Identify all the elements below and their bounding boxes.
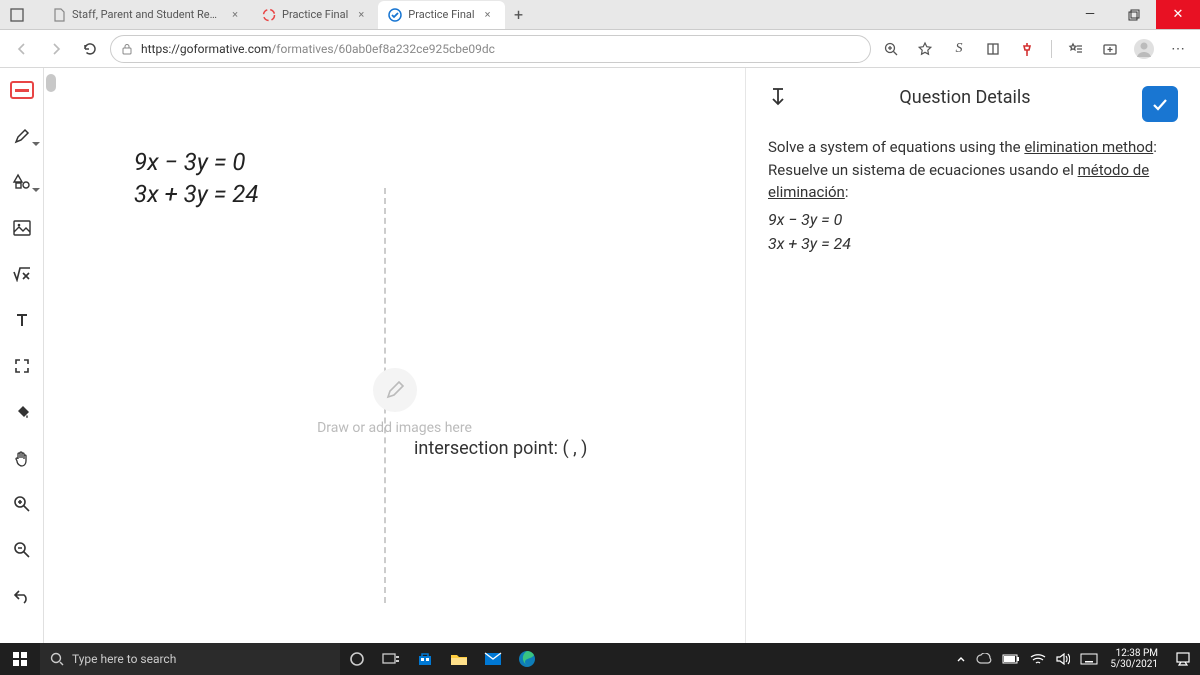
start-button[interactable] [0, 643, 40, 675]
forward-button[interactable] [42, 35, 70, 63]
browser-tab-1[interactable]: Practice Final × [252, 1, 378, 29]
reader-icon[interactable] [979, 35, 1007, 63]
panel-eq-1: 9x − 3y = 0 [768, 208, 1178, 232]
close-icon[interactable]: × [354, 8, 368, 21]
tab-actions-icon[interactable] [0, 0, 34, 29]
close-icon[interactable]: × [481, 8, 495, 21]
undo-tool[interactable] [6, 580, 38, 612]
fullscreen-tool[interactable] [6, 350, 38, 382]
app-body: 9x − 3y = 0 3x + 3y = 24 Draw or add ima… [0, 68, 1200, 643]
chevron-up-icon[interactable] [956, 654, 966, 664]
canvas-hint: Draw or add images here [44, 368, 745, 436]
taskbar-clock[interactable]: 12:38 PM 5/30/2021 [1102, 648, 1166, 670]
clock-date: 5/30/2021 [1110, 659, 1158, 670]
panel-title: Question Details [792, 87, 1178, 108]
equation-block: 9x − 3y = 0 3x + 3y = 24 [134, 148, 725, 208]
favorite-star-icon[interactable] [911, 35, 939, 63]
text-tool[interactable] [6, 304, 38, 336]
question-details-panel: Question Details Solve a system of equat… [745, 68, 1200, 643]
minimize-button[interactable]: — [1068, 0, 1112, 29]
pencil-icon [373, 368, 417, 412]
url-input[interactable]: https://goformative.com/formatives/60ab0… [110, 35, 871, 63]
formative-check-icon [388, 8, 402, 22]
new-tab-button[interactable]: + [505, 5, 533, 24]
search-icon [50, 652, 64, 666]
browser-tab-strip: Staff, Parent and Student Resour × Pract… [0, 0, 1200, 30]
task-view-icon[interactable] [374, 643, 408, 675]
zoom-in-tool[interactable] [6, 488, 38, 520]
windows-taskbar: Type here to search 12:38 PM 5/30/2021 [0, 643, 1200, 675]
notifications-icon[interactable] [1166, 643, 1200, 675]
maximize-button[interactable] [1112, 0, 1156, 29]
s-extension-icon[interactable]: S [945, 35, 973, 63]
shapes-tool[interactable] [6, 166, 38, 198]
equation-2: 3x + 3y = 24 [134, 180, 725, 208]
collections-icon[interactable] [1096, 35, 1124, 63]
scrollbar-thumb[interactable] [46, 74, 56, 92]
url-text: https://goformative.com/formatives/60ab0… [141, 42, 495, 56]
system-tray[interactable] [952, 653, 1102, 665]
math-tool[interactable] [6, 258, 38, 290]
equation-1: 9x − 3y = 0 [134, 148, 725, 176]
submit-check-button[interactable] [1142, 86, 1178, 122]
zoom-out-tool[interactable] [6, 534, 38, 566]
back-button[interactable] [8, 35, 36, 63]
refresh-button[interactable] [76, 35, 104, 63]
panel-eq-2: 3x + 3y = 24 [768, 232, 1178, 256]
tool-rail [0, 68, 44, 643]
file-explorer-icon[interactable] [442, 643, 476, 675]
zoom-indicator-icon[interactable] [877, 35, 905, 63]
hand-tool[interactable] [6, 442, 38, 474]
profile-avatar[interactable] [1130, 35, 1158, 63]
battery-icon[interactable] [1002, 654, 1020, 664]
clock-time: 12:38 PM [1110, 648, 1158, 659]
canvas-hint-text: Draw or add images here [317, 420, 472, 436]
browser-address-bar: https://goformative.com/formatives/60ab0… [0, 30, 1200, 68]
store-icon[interactable] [408, 643, 442, 675]
panel-collapse-arrow[interactable] [768, 86, 792, 108]
taskbar-search[interactable]: Type here to search [40, 643, 340, 675]
keyboard-icon[interactable] [1080, 653, 1098, 665]
tab-title: Staff, Parent and Student Resour [72, 8, 222, 21]
drawing-canvas[interactable]: 9x − 3y = 0 3x + 3y = 24 Draw or add ima… [44, 68, 745, 643]
lock-icon [121, 43, 135, 55]
cortana-icon[interactable] [340, 643, 374, 675]
wifi-icon[interactable] [1030, 653, 1046, 665]
volume-icon[interactable] [1056, 653, 1070, 665]
close-icon[interactable]: × [228, 8, 242, 21]
edge-icon[interactable] [510, 643, 544, 675]
image-tool[interactable] [6, 212, 38, 244]
tab-title: Practice Final [282, 8, 348, 21]
search-placeholder: Type here to search [72, 652, 176, 666]
cloud-icon[interactable] [976, 653, 992, 665]
mail-icon[interactable] [476, 643, 510, 675]
more-menu-icon[interactable]: ⋯ [1164, 35, 1192, 63]
pin-extension-icon[interactable] [1013, 35, 1041, 63]
canvas-wrap: 9x − 3y = 0 3x + 3y = 24 Draw or add ima… [44, 68, 1200, 643]
tab-title: Practice Final [408, 8, 474, 21]
intersection-label: intersection point: ( , ) [414, 438, 587, 459]
browser-tab-0[interactable]: Staff, Parent and Student Resour × [42, 1, 252, 29]
browser-tab-2[interactable]: Practice Final × [378, 1, 504, 29]
question-prompt: Solve a system of equations using the el… [768, 136, 1178, 256]
formative-icon [262, 8, 276, 22]
window-controls: — ✕ [1068, 0, 1200, 29]
separator [1051, 40, 1052, 58]
close-window-button[interactable]: ✕ [1156, 0, 1200, 29]
pen-tool[interactable] [6, 120, 38, 152]
eraser-tool[interactable] [6, 74, 38, 106]
fill-tool[interactable] [6, 396, 38, 428]
favorites-list-icon[interactable] [1062, 35, 1090, 63]
page-icon [52, 8, 66, 22]
